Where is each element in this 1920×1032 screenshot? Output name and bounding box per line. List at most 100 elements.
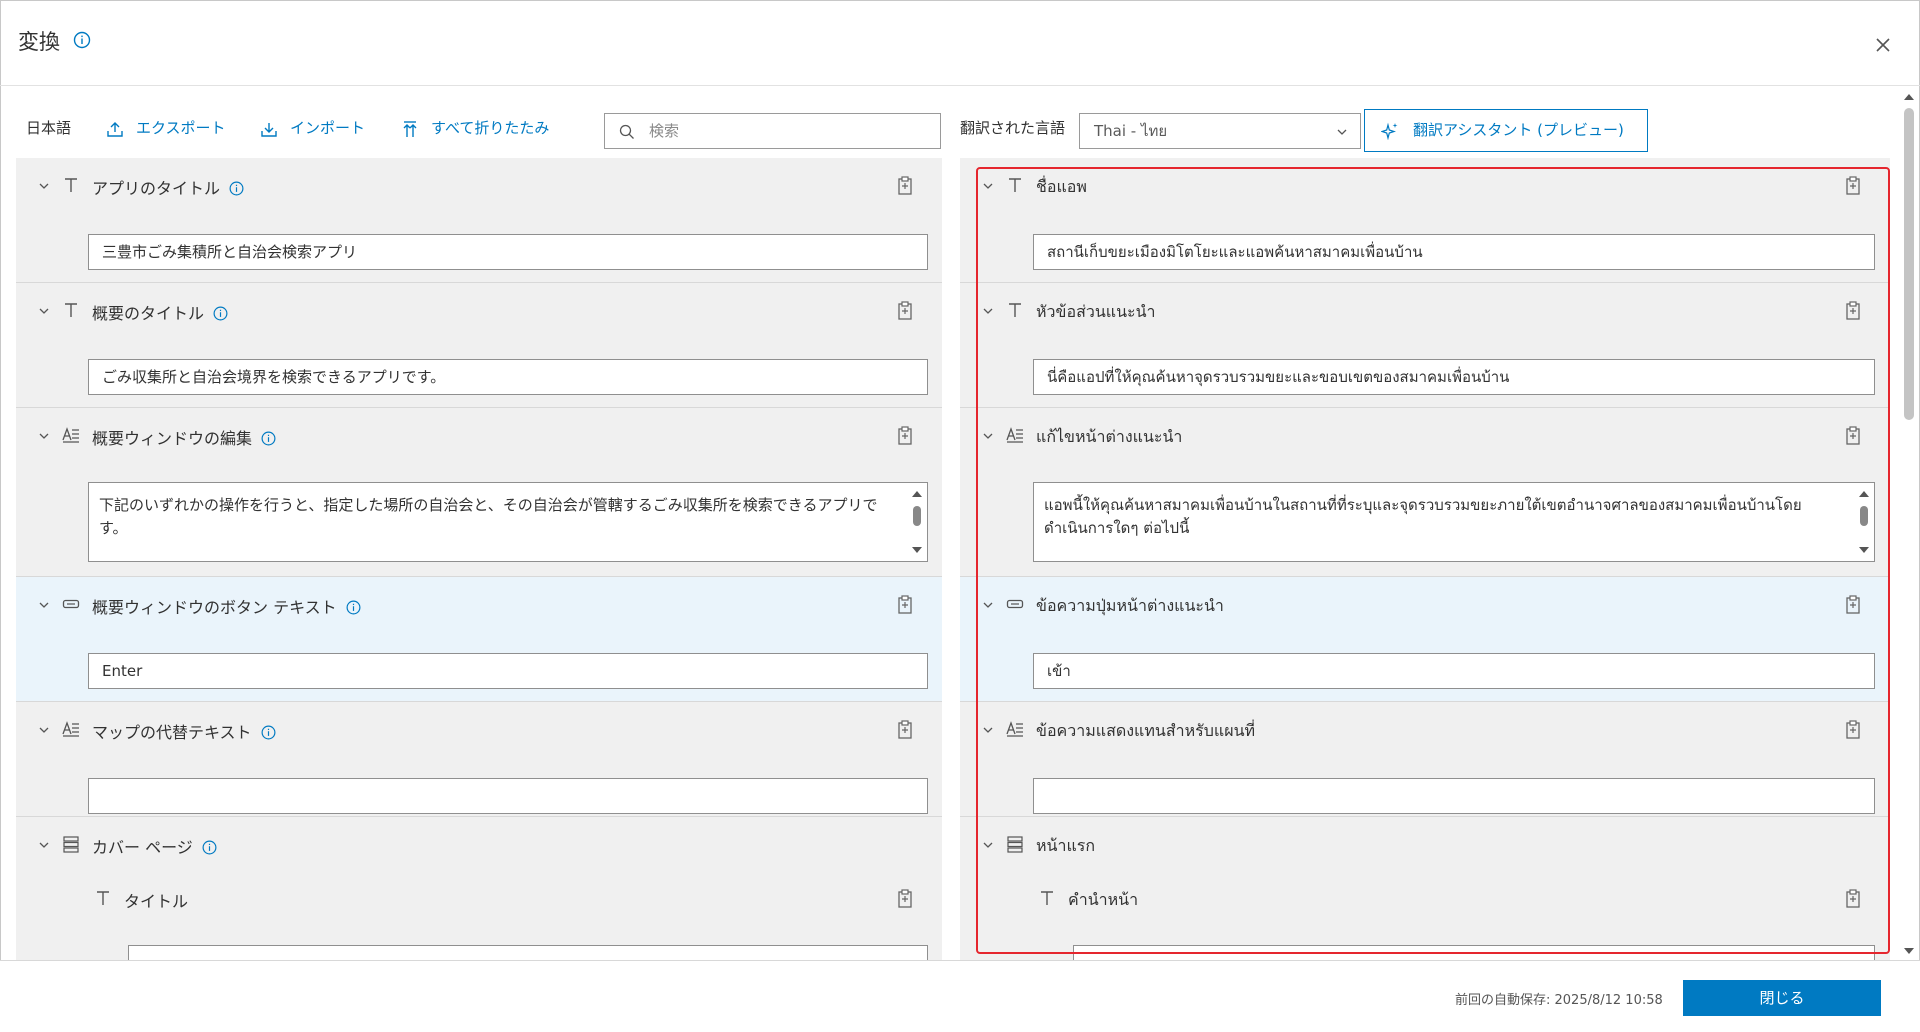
translation-input[interactable]: นี่คือแอปที่ให้คุณค้นหาจุดรวบรวมขยะและขอ… xyxy=(1033,359,1875,395)
info-icon[interactable] xyxy=(260,430,277,447)
paste-icon[interactable] xyxy=(1844,301,1862,321)
source-row-map-alt-text: マップの代替テキスト xyxy=(16,702,942,817)
text-icon xyxy=(1041,891,1053,905)
field-label: 概要ウィンドウのボタン テキスト xyxy=(92,594,362,618)
rich-text-icon xyxy=(1006,427,1023,443)
source-row-button-text: 概要ウィンドウのボタン テキスト Enter xyxy=(16,577,942,702)
paste-icon[interactable] xyxy=(1844,176,1862,196)
source-row-cover-page: カバー ページ タイトル xyxy=(16,817,942,960)
source-rich-text-value: 下記のいずれかの操作を行うと、指定した場所の自治会と、その自治会が管轄するごみ収… xyxy=(99,496,878,537)
chevron-down-icon[interactable] xyxy=(982,599,994,611)
close-icon[interactable] xyxy=(1871,33,1895,57)
translated-language-label: 翻訳された言語 xyxy=(960,119,1066,137)
chevron-down-icon[interactable] xyxy=(982,430,994,442)
source-language-label: 日本語 xyxy=(26,119,72,137)
field-label: หัวข้อส่วนแนะนำ xyxy=(1036,302,1156,321)
rich-text-icon xyxy=(62,721,79,737)
translation-assistant-label: 翻訳アシスタント (プレビュー) xyxy=(1413,121,1624,139)
import-label: インポート xyxy=(290,119,366,137)
translation-sub-input[interactable] xyxy=(1073,945,1875,960)
chevron-down-icon[interactable] xyxy=(38,599,50,611)
info-icon[interactable] xyxy=(260,724,277,741)
textarea-scrollbar[interactable] xyxy=(1858,489,1870,555)
translation-assistant-button[interactable]: 翻訳アシスタント (プレビュー) xyxy=(1364,109,1648,152)
chevron-down-icon[interactable] xyxy=(38,430,50,442)
chevron-down-icon[interactable] xyxy=(38,839,50,851)
field-label: 概要ウィンドウの編集 xyxy=(92,425,277,449)
dialog-title: 変換 xyxy=(18,30,60,54)
field-label: หน้าแรก xyxy=(1036,836,1096,855)
info-icon[interactable] xyxy=(72,30,92,50)
collapse-all-button[interactable]: すべて折りたたみ xyxy=(401,108,549,148)
scroll-down-icon[interactable] xyxy=(1903,946,1915,956)
info-icon[interactable] xyxy=(212,305,229,322)
target-sub-row-title: คำนำหน้า xyxy=(960,885,1890,913)
target-language-value: Thai - ไทย xyxy=(1094,122,1168,140)
export-icon xyxy=(107,122,123,137)
textarea-scrollbar[interactable] xyxy=(911,489,923,555)
collapse-all-label: すべて折りたたみ xyxy=(431,119,550,137)
translation-rich-text[interactable]: แอพนี้ให้คุณค้นหาสมาคมเพื่อนบ้านในสถานที… xyxy=(1033,482,1875,562)
target-row-cover-page: หน้าแรก คำนำหน้า xyxy=(960,817,1890,960)
text-icon xyxy=(97,891,109,905)
paste-icon[interactable] xyxy=(896,426,914,446)
target-row-map-alt-text: ข้อความแสดงแทนสำหรับแผนที่ xyxy=(960,702,1890,817)
field-label: アプリのタイトル xyxy=(92,175,245,199)
translation-input[interactable]: เข้า xyxy=(1033,653,1875,689)
chevron-down-icon[interactable] xyxy=(982,839,994,851)
export-label: エクスポート xyxy=(136,119,226,137)
export-button[interactable]: エクスポート xyxy=(106,108,226,148)
button-icon xyxy=(1006,599,1024,609)
info-icon[interactable] xyxy=(201,839,218,856)
target-panel: ชื่อแอพ สถานีเก็บขยะเมืองมิโตโยะและแอพค้… xyxy=(960,158,1890,960)
paste-icon[interactable] xyxy=(896,720,914,740)
chevron-down-icon[interactable] xyxy=(38,305,50,317)
text-icon xyxy=(65,178,77,192)
paste-icon[interactable] xyxy=(1844,720,1862,740)
chevron-down-icon xyxy=(1337,129,1347,135)
field-label: คำนำหน้า xyxy=(1068,890,1139,909)
field-label: ชื่อแอพ xyxy=(1036,177,1087,196)
source-row-app-title: アプリのタイトル 三豊市ごみ集積所と自治会検索アプリ xyxy=(16,158,942,283)
chevron-down-icon[interactable] xyxy=(38,724,50,736)
info-icon[interactable] xyxy=(228,180,245,197)
rich-text-icon xyxy=(1006,721,1023,737)
paste-icon[interactable] xyxy=(1844,426,1862,446)
translation-input[interactable] xyxy=(1033,778,1875,814)
chevron-down-icon[interactable] xyxy=(982,180,994,192)
translation-input[interactable]: สถานีเก็บขยะเมืองมิโตโยะและแอพค้นหาสมาคม… xyxy=(1033,234,1875,270)
main-scrollbar[interactable] xyxy=(1900,90,1918,960)
search-icon xyxy=(619,124,634,139)
source-rich-text: 下記のいずれかの操作を行うと、指定した場所の自治会と、その自治会が管轄するごみ収… xyxy=(88,482,928,562)
close-button[interactable]: 閉じる xyxy=(1683,980,1881,1016)
rich-text-icon xyxy=(62,427,79,443)
paste-icon[interactable] xyxy=(1844,889,1862,909)
stack-icon xyxy=(1007,836,1023,853)
import-icon xyxy=(261,123,277,137)
field-label: タイトル xyxy=(124,892,189,911)
chevron-down-icon[interactable] xyxy=(982,724,994,736)
source-value: Enter xyxy=(88,653,928,689)
autosave-status: 前回の自動保存: 2025/8/12 10:58 xyxy=(1455,993,1663,1008)
target-row-summary-title: หัวข้อส่วนแนะนำ นี่คือแอปที่ให้คุณค้นหาจ… xyxy=(960,283,1890,408)
chevron-down-icon[interactable] xyxy=(982,305,994,317)
paste-icon[interactable] xyxy=(896,889,914,909)
scroll-up-icon[interactable] xyxy=(1903,92,1915,102)
info-icon[interactable] xyxy=(345,599,362,616)
paste-icon[interactable] xyxy=(896,176,914,196)
paste-icon[interactable] xyxy=(896,301,914,321)
source-row-summary-edit: 概要ウィンドウの編集 下記のいずれかの操作を行うと、指定した場所の自治会と、その… xyxy=(16,408,942,577)
field-label: ข้อความปุ่มหน้าต่างแนะนำ xyxy=(1036,596,1224,615)
paste-icon[interactable] xyxy=(1844,595,1862,615)
search-input[interactable] xyxy=(649,117,934,145)
sparkle-icon xyxy=(1381,122,1398,140)
target-language-select[interactable]: Thai - ไทย xyxy=(1079,113,1361,149)
chevron-down-icon[interactable] xyxy=(38,180,50,192)
paste-icon[interactable] xyxy=(896,595,914,615)
dialog-footer: 前回の自動保存: 2025/8/12 10:58 閉じる xyxy=(0,960,1920,1032)
source-value xyxy=(88,778,928,814)
source-sub-row-title: タイトル xyxy=(16,885,942,913)
import-button[interactable]: インポート xyxy=(260,108,365,148)
field-label: แก้ไขหน้าต่างแนะนำ xyxy=(1036,427,1183,446)
scrollbar-thumb[interactable] xyxy=(1904,108,1914,420)
